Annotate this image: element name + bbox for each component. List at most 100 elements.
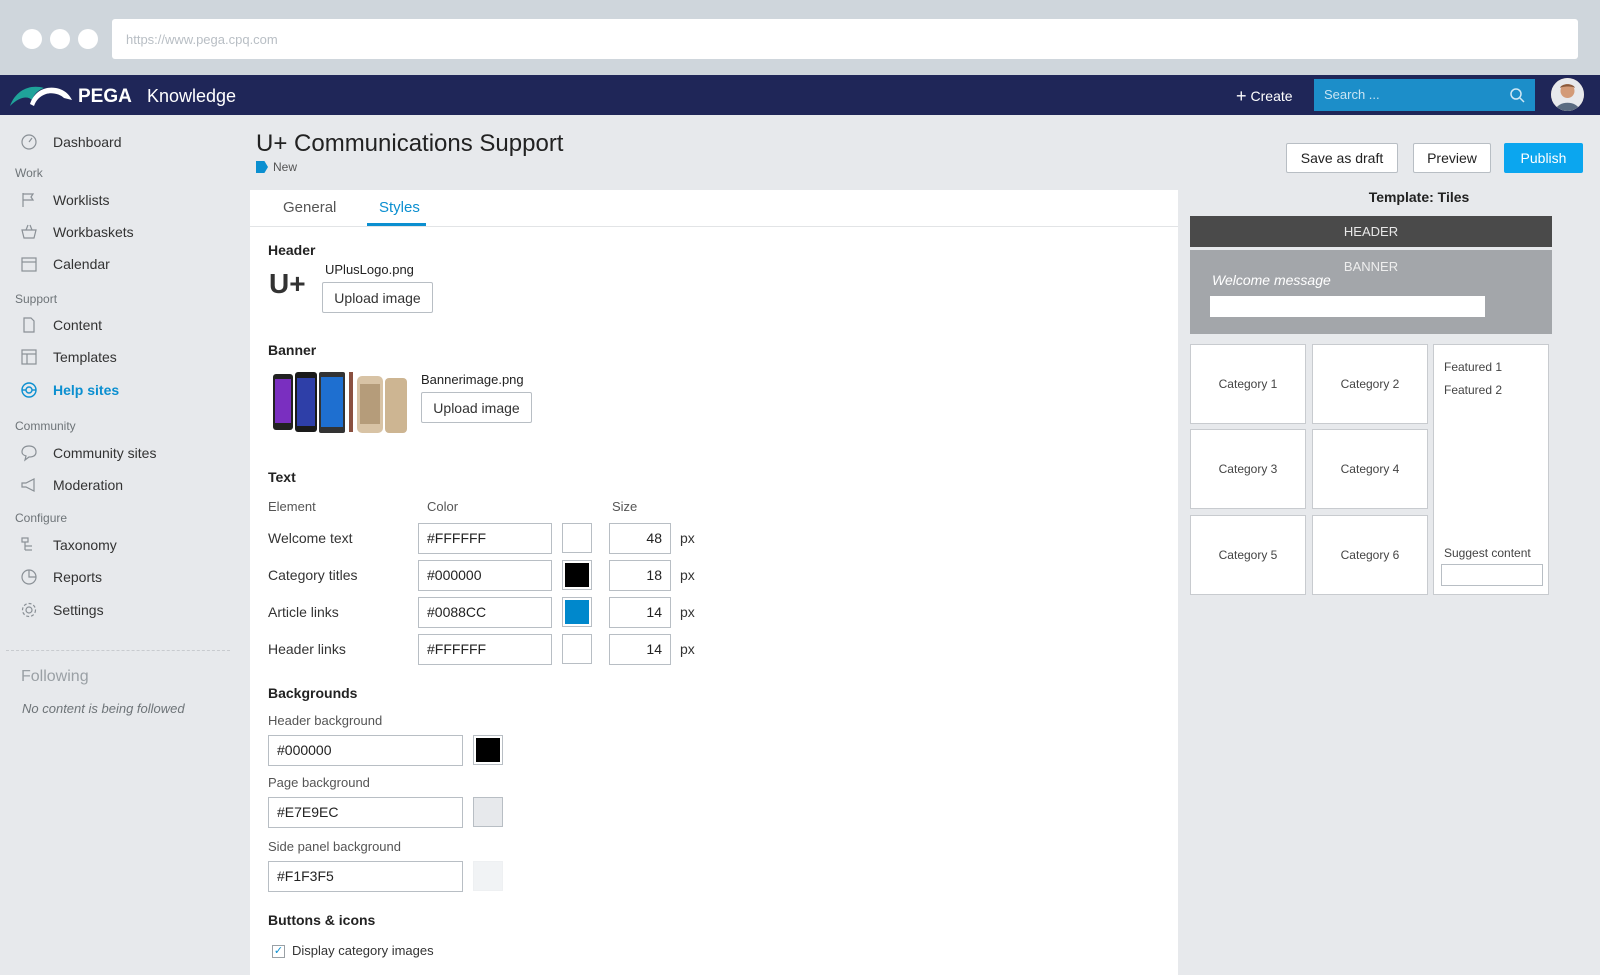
sidebar-item-label: Dashboard — [53, 134, 122, 150]
category-titles-color-input[interactable]: #000000 — [418, 560, 552, 591]
text-col-element: Element — [268, 499, 316, 514]
template-icon — [21, 349, 37, 365]
banner-filename: Bannerimage.png — [421, 372, 524, 387]
text-row-element: Article links — [268, 604, 339, 620]
welcome-text-color-swatch[interactable] — [562, 523, 592, 553]
article-links-size-input[interactable]: 14 — [609, 597, 671, 628]
header-background-input[interactable]: #000000 — [268, 735, 463, 766]
sidebar-item-content[interactable]: Content — [20, 314, 102, 336]
preview-button[interactable]: Preview — [1413, 143, 1491, 173]
sidebar-item-calendar[interactable]: Calendar — [20, 253, 110, 275]
preview-featured-item: Featured 2 — [1444, 383, 1503, 397]
unit-label: px — [680, 567, 695, 583]
publish-button[interactable]: Publish — [1504, 143, 1583, 173]
template-preview-title: Template: Tiles — [1368, 189, 1470, 205]
category-titles-size-input[interactable]: 18 — [609, 560, 671, 591]
sidebar-item-worklists[interactable]: Worklists — [20, 189, 110, 211]
window-close-dot[interactable] — [22, 29, 42, 49]
megaphone-icon — [21, 478, 35, 492]
preview-suggest-input — [1441, 564, 1543, 586]
backgrounds-section-heading: Backgrounds — [268, 685, 358, 701]
page-background-label: Page background — [268, 775, 370, 790]
sidebar-item-label: Taxonomy — [53, 537, 117, 553]
following-heading: Following — [21, 668, 89, 685]
sidebar-item-community-sites[interactable]: Community sites — [20, 442, 156, 464]
sidebar-divider — [6, 650, 230, 651]
text-col-size: Size — [612, 499, 638, 514]
pega-logo[interactable]: PEGA — [8, 80, 140, 110]
tab-general[interactable]: General — [283, 199, 336, 216]
header-logo-filename: UPlusLogo.png — [325, 262, 414, 277]
page-background-input[interactable]: #E7E9EC — [268, 797, 463, 828]
text-row-element: Category titles — [268, 567, 358, 583]
address-bar[interactable]: https://www.pega.cpq.com — [112, 19, 1578, 59]
header-links-size-input[interactable]: 14 — [609, 634, 671, 665]
window-maximize-dot[interactable] — [78, 29, 98, 49]
search-icon[interactable] — [1509, 87, 1525, 103]
preview-category-tile: Category 6 — [1312, 515, 1428, 595]
unit-label: px — [680, 604, 695, 620]
create-label: Create — [1250, 88, 1293, 104]
text-col-color: Color — [427, 499, 459, 514]
display-category-images-checkbox[interactable]: ✓ — [272, 945, 285, 958]
sidebar-item-label: Settings — [53, 602, 104, 618]
search-placeholder: Search ... — [1324, 87, 1380, 102]
header-links-color-swatch[interactable] — [562, 634, 592, 664]
active-tab-indicator — [367, 223, 426, 226]
sidebar-item-reports[interactable]: Reports — [20, 566, 102, 588]
preview-banner-search — [1210, 296, 1485, 317]
page-background-swatch[interactable] — [473, 797, 503, 827]
sidebar-item-templates[interactable]: Templates — [20, 346, 117, 368]
preview-featured-item: Featured 1 — [1444, 360, 1503, 374]
page-title: U+ Communications Support — [256, 130, 564, 157]
header-background-swatch[interactable] — [473, 735, 503, 765]
svg-text:PEGA: PEGA — [78, 86, 132, 107]
header-logo-preview: U+ — [269, 268, 306, 299]
status-text: New — [273, 160, 298, 174]
flag-icon — [22, 193, 35, 207]
app-name: Knowledge — [147, 86, 237, 106]
window-minimize-dot[interactable] — [50, 29, 70, 49]
chat-icon — [21, 445, 37, 462]
following-empty-text: No content is being followed — [22, 701, 185, 716]
preview-category-tile: Category 3 — [1190, 429, 1306, 509]
sidebar-item-taxonomy[interactable]: Taxonomy — [20, 534, 117, 556]
buttons-icons-section-heading: Buttons & icons — [268, 912, 376, 928]
preview-header: HEADER — [1190, 216, 1552, 247]
status-badge: New — [256, 160, 297, 174]
welcome-text-color-input[interactable]: #FFFFFF — [418, 523, 552, 554]
sidebar-item-label: Workbaskets — [53, 224, 134, 240]
sidebar-item-settings[interactable]: Settings — [20, 599, 104, 621]
header-section-heading: Header — [268, 242, 316, 258]
user-avatar[interactable] — [1551, 78, 1584, 111]
tag-icon — [256, 161, 268, 173]
banner-upload-button[interactable]: Upload image — [421, 392, 532, 423]
category-titles-color-swatch[interactable] — [562, 560, 592, 590]
header-upload-button[interactable]: Upload image — [322, 282, 433, 313]
header-links-color-input[interactable]: #FFFFFF — [418, 634, 552, 665]
text-section-heading: Text — [268, 469, 296, 485]
sidebar-item-workbaskets[interactable]: Workbaskets — [20, 221, 134, 243]
sidebar-item-help-sites[interactable]: Help sites — [20, 379, 119, 401]
preview-welcome-message: Welcome message — [1212, 272, 1331, 288]
hierarchy-icon — [21, 537, 32, 551]
sidebar-item-label: Community sites — [53, 445, 157, 461]
sidebar-item-dashboard[interactable]: Dashboard — [20, 131, 122, 153]
welcome-text-size-input[interactable]: 48 — [609, 523, 671, 554]
dashboard-icon — [21, 134, 37, 150]
search-input[interactable]: Search ... — [1314, 79, 1535, 111]
text-row-element: Welcome text — [268, 530, 353, 546]
sidebar-section-work: Work — [15, 166, 43, 180]
side-panel-background-swatch[interactable] — [473, 861, 503, 891]
tab-styles[interactable]: Styles — [379, 199, 420, 216]
sidebar-item-moderation[interactable]: Moderation — [20, 474, 123, 496]
article-links-color-input[interactable]: #0088CC — [418, 597, 552, 628]
sidebar-item-label: Worklists — [53, 192, 110, 208]
document-icon — [23, 317, 35, 333]
side-panel-background-input[interactable]: #F1F3F5 — [268, 861, 463, 892]
create-button[interactable]: + Create — [1236, 86, 1293, 107]
sidebar-item-label: Templates — [53, 349, 117, 365]
save-draft-button[interactable]: Save as draft — [1286, 143, 1398, 173]
sidebar-section-community: Community — [15, 419, 76, 433]
article-links-color-swatch[interactable] — [562, 597, 592, 627]
